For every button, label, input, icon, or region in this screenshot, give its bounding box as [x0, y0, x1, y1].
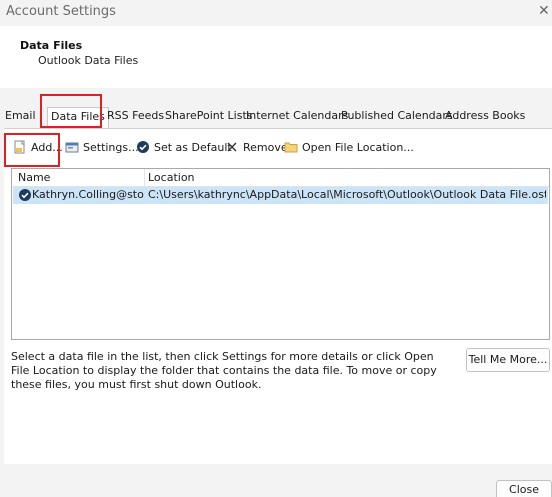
settings-label: Settings...	[83, 140, 139, 154]
list-header: Name Location	[12, 169, 549, 187]
close-window-icon[interactable]: ✕	[538, 3, 550, 19]
column-header-location[interactable]: Location	[148, 171, 195, 184]
folder-icon	[284, 140, 298, 154]
tab-address-books[interactable]: Address Books	[445, 107, 525, 127]
default-checkmark-icon	[18, 188, 32, 202]
header-title: Data Files	[20, 39, 83, 52]
title-bar: Account Settings ✕	[0, 0, 552, 26]
close-button[interactable]: Close	[496, 480, 552, 497]
checkmark-circle-icon	[136, 140, 150, 154]
tab-internet-calendars[interactable]: Internet Calendars	[246, 107, 348, 127]
settings-icon	[65, 140, 79, 154]
row-location: C:\Users\kathrync\AppData\Local\Microsof…	[148, 188, 546, 201]
data-files-list[interactable]: Name Location Kathryn.Colling@story... C…	[11, 168, 550, 340]
tab-published-calendars[interactable]: Published Calendars	[341, 107, 453, 127]
remove-label: Remove	[243, 140, 288, 154]
set-as-default-button[interactable]: Set as Default	[136, 137, 232, 157]
remove-button[interactable]: Remove	[225, 137, 288, 157]
tab-rss-feeds[interactable]: RSS Feeds	[107, 107, 164, 127]
settings-button[interactable]: Settings...	[65, 137, 139, 157]
highlight-box-data-files-tab	[40, 94, 102, 128]
set-as-default-label: Set as Default	[154, 140, 232, 154]
x-icon	[225, 140, 239, 154]
tell-me-more-button[interactable]: Tell Me More...	[466, 348, 550, 372]
header-panel: Data Files Outlook Data Files	[0, 26, 552, 88]
account-settings-window: Account Settings ✕ Data Files Outlook Da…	[0, 0, 552, 497]
tab-email[interactable]: Email	[5, 107, 36, 127]
open-file-location-label: Open File Location...	[302, 140, 414, 154]
toolbar: Add... Settings... Set as Default Remove…	[9, 137, 429, 157]
window-title: Account Settings	[6, 4, 116, 19]
row-name: Kathryn.Colling@story...	[32, 188, 144, 201]
column-header-name[interactable]: Name	[18, 171, 50, 184]
open-file-location-button[interactable]: Open File Location...	[284, 137, 414, 157]
header-subtitle: Outlook Data Files	[38, 54, 139, 67]
column-divider[interactable]	[144, 169, 145, 187]
tab-sharepoint-lists[interactable]: SharePoint Lists	[165, 107, 253, 127]
list-item[interactable]: Kathryn.Colling@story... C:\Users\kathry…	[13, 187, 548, 204]
highlight-box-add-button	[4, 133, 60, 167]
help-description: Select a data file in the list, then cli…	[11, 350, 437, 391]
